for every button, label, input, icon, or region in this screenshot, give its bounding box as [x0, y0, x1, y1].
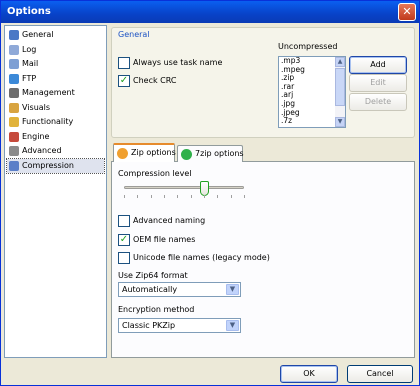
sidebar-item-management[interactable]: Management — [7, 86, 104, 100]
advanced-naming-checkbox[interactable]: Advanced naming — [118, 215, 205, 227]
zip-orb-icon — [117, 148, 128, 159]
category-list[interactable]: General Log Mail FTP Management Visuals Functi… — [4, 25, 107, 358]
puzzle-icon — [9, 117, 19, 127]
check-crc-checkbox[interactable]: ✓ Check CRC — [118, 75, 176, 87]
scroll-up-icon[interactable]: ▲ — [335, 57, 345, 67]
7zip-orb-icon — [181, 149, 192, 160]
sidebar-item-label: Functionality — [22, 117, 74, 126]
sidebar-item-label: Mail — [22, 59, 39, 68]
notepad-icon — [9, 44, 19, 55]
uncompressed-list[interactable]: .mp3 .mpeg .zip .rar .arj .jpg .jpeg .7z ▲ ▼ — [278, 56, 346, 128]
delete-button[interactable]: Delete — [349, 93, 407, 111]
sidebar-item-general[interactable]: General — [7, 28, 104, 42]
slider-tick — [230, 195, 232, 198]
unicode-file-names-checkbox[interactable]: Unicode file names (legacy mode) — [118, 252, 270, 264]
sidebar-item-label: Log — [22, 44, 37, 54]
encryption-method-label: Encryption method — [118, 305, 195, 314]
encryption-method-value: Classic PKZip — [122, 321, 176, 330]
checkbox-box — [118, 252, 130, 264]
compression-level-label: Compression level — [118, 169, 192, 178]
grid-icon — [9, 30, 19, 40]
slider-tick — [190, 195, 192, 198]
sidebar-item-log[interactable]: Log — [7, 43, 104, 57]
always-use-task-name-label: Always use task name — [133, 58, 223, 67]
mail-icon — [9, 59, 19, 69]
slider-tick — [164, 195, 165, 198]
add-button[interactable]: Add — [349, 56, 407, 74]
sidebar-item-label: Management — [22, 88, 75, 97]
scroll-thumb[interactable] — [335, 68, 345, 106]
slider-tick — [177, 195, 179, 198]
slider-tick — [204, 195, 205, 198]
sidebar-item-label: General — [22, 30, 54, 39]
sidebar-item-ftp[interactable]: FTP — [7, 72, 104, 86]
palette-icon — [9, 102, 19, 113]
check-icon: ✓ — [119, 234, 129, 245]
sidebar-item-label: Advanced — [22, 146, 62, 155]
compression-level-slider[interactable] — [199, 181, 209, 196]
sidebar-item-label: Engine — [22, 131, 50, 141]
slider-tick — [244, 195, 245, 198]
chevron-down-icon[interactable]: ▼ — [226, 284, 239, 295]
checkbox-box: ✓ — [118, 75, 130, 87]
slider-tick — [137, 195, 139, 198]
zip64-value: Automatically — [122, 285, 178, 294]
list-scrollbar[interactable]: ▲ ▼ — [335, 57, 345, 127]
globe-icon — [9, 73, 19, 84]
sidebar-item-compression[interactable]: Compression — [6, 157, 105, 174]
advanced-naming-label: Advanced naming — [133, 216, 206, 225]
tab-zip-options[interactable]: Zip options — [113, 143, 176, 162]
sidebar-item-label: Compression — [22, 160, 74, 170]
compression-level-track[interactable] — [124, 186, 244, 189]
check-crc-label: Check CRC — [133, 76, 177, 85]
slider-tick — [150, 195, 152, 198]
close-button[interactable]: ✕ — [398, 3, 416, 21]
edit-button[interactable]: Edit — [349, 74, 407, 92]
sidebar-item-advanced[interactable]: Advanced — [7, 144, 104, 158]
checkbox-box — [118, 215, 130, 227]
encryption-method-select[interactable]: Classic PKZip ▼ — [118, 318, 241, 333]
sidebar-item-visuals[interactable]: Visuals — [7, 101, 104, 115]
check-icon: ✓ — [119, 75, 129, 86]
cancel-button[interactable]: Cancel — [347, 365, 413, 383]
window-title: Options — [7, 6, 51, 17]
sidebar-item-engine[interactable]: Engine — [7, 130, 104, 144]
tools-icon — [9, 88, 19, 98]
oem-file-names-checkbox[interactable]: ✓ OEM file names — [118, 234, 195, 246]
always-use-task-name-checkbox[interactable]: Always use task name — [118, 57, 222, 69]
oem-file-names-label: OEM file names — [133, 235, 196, 244]
slider-ticks — [124, 195, 245, 199]
slider-tick — [217, 195, 219, 198]
general-group-title: General — [118, 30, 150, 39]
checkbox-box: ✓ — [118, 234, 130, 246]
engine-icon — [9, 131, 19, 142]
sidebar-item-label: FTP — [22, 73, 37, 83]
checkbox-box — [118, 57, 130, 69]
tab-7zip-options-label: 7zip options — [195, 149, 244, 158]
package-icon — [9, 160, 19, 171]
sidebar-item-label: Visuals — [22, 102, 51, 112]
title-bar[interactable]: Options ✕ — [1, 1, 419, 23]
sidebar-item-functionality[interactable]: Functionality — [7, 115, 104, 129]
scroll-down-icon[interactable]: ▼ — [335, 117, 345, 127]
options-window: Options ✕ General Log Mail FTP Management Vis… — [0, 0, 420, 386]
uncompressed-label: Uncompressed — [278, 42, 338, 51]
ok-button[interactable]: OK — [280, 365, 338, 383]
zip64-select[interactable]: Automatically ▼ — [118, 282, 241, 297]
tab-zip-options-label: Zip options — [131, 148, 176, 157]
sidebar-item-mail[interactable]: Mail — [7, 57, 104, 71]
slider-tick — [124, 195, 125, 198]
gear-icon — [9, 146, 19, 156]
tab-7zip-options[interactable]: 7zip options — [177, 145, 244, 162]
zip64-label: Use Zip64 format — [118, 271, 188, 280]
unicode-file-names-label: Unicode file names (legacy mode) — [133, 253, 270, 262]
chevron-down-icon[interactable]: ▼ — [226, 320, 239, 331]
